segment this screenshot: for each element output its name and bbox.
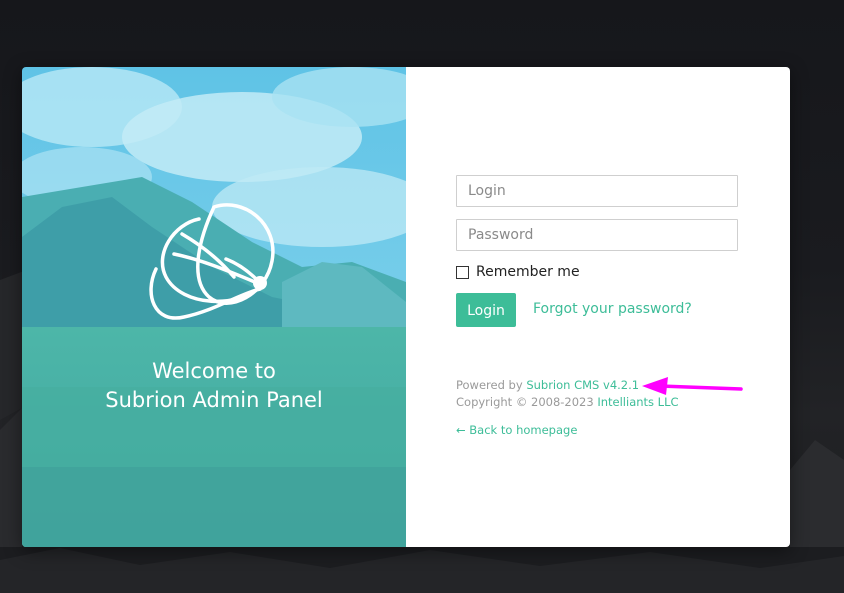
back-to-homepage-link[interactable]: ← Back to homepage <box>456 423 577 437</box>
welcome-heading: Welcome to Subrion Admin Panel <box>22 357 406 415</box>
login-input[interactable] <box>456 175 738 207</box>
powered-by-text: Powered by Subrion CMS v4.2.1 <box>456 378 639 392</box>
forgot-password-link[interactable]: Forgot your password? <box>533 301 692 317</box>
subrion-logo-icon <box>149 203 275 320</box>
welcome-line-2: Subrion Admin Panel <box>105 388 323 412</box>
powered-by-prefix: Powered by <box>456 378 527 392</box>
login-form-panel: Remember me Login Forgot your password? … <box>406 67 790 547</box>
magenta-arrow-icon <box>642 377 743 395</box>
welcome-line-1: Welcome to <box>152 359 276 383</box>
copyright-prefix: Copyright © 2008-2023 <box>456 395 598 409</box>
welcome-panel: Welcome to Subrion Admin Panel <box>22 67 406 547</box>
login-card: Welcome to Subrion Admin Panel Remember … <box>22 67 790 547</box>
subrion-cms-link[interactable]: Subrion CMS v4.2.1 <box>526 378 639 392</box>
password-input[interactable] <box>456 219 738 251</box>
remember-me-label: Remember me <box>476 264 580 280</box>
remember-me[interactable]: Remember me <box>456 264 580 280</box>
login-button[interactable]: Login <box>456 293 516 327</box>
remember-me-checkbox[interactable] <box>456 265 469 279</box>
